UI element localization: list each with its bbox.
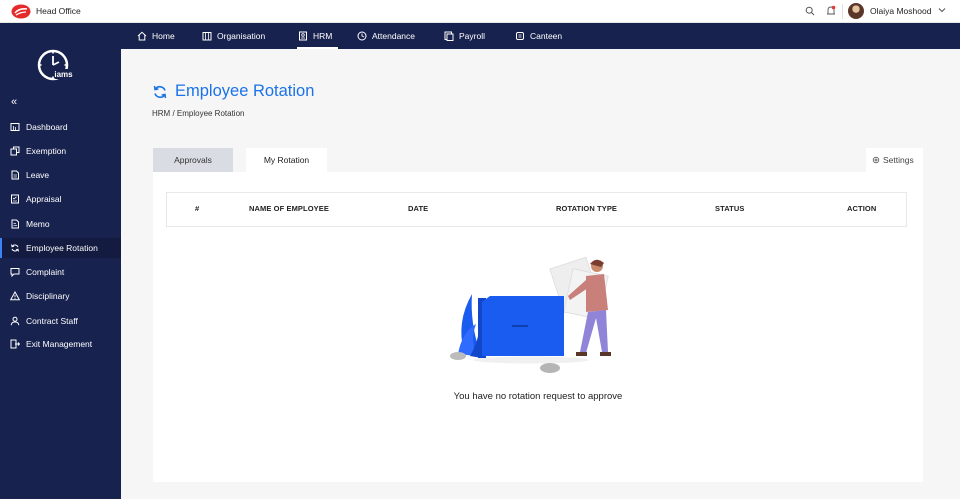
gear-icon: [872, 156, 880, 164]
tab-approvals[interactable]: Approvals: [153, 148, 233, 172]
table-header: # NAME OF EMPLOYEE DATE ROTATION TYPE ST…: [166, 192, 907, 227]
settings-label: Settings: [883, 155, 914, 165]
chevron-down-icon[interactable]: [938, 7, 946, 13]
canteen-icon: [516, 32, 524, 40]
sidebar-item-label: Exemption: [26, 146, 67, 156]
avatar[interactable]: [848, 3, 864, 19]
column-header: NAME OF EMPLOYEE: [249, 204, 329, 213]
column-header: ACTION: [847, 204, 877, 213]
nav-home[interactable]: Home: [137, 23, 175, 49]
nav-hrm[interactable]: HRM: [298, 23, 332, 49]
dashboard-icon: [10, 123, 20, 131]
sidebar-item-exit-management[interactable]: Exit Management: [0, 334, 121, 354]
sidebar-item-appraisal[interactable]: Appraisal: [0, 189, 121, 209]
nav-label: Organisation: [217, 31, 266, 41]
sidebar-item-employee-rotation[interactable]: Employee Rotation: [0, 238, 121, 258]
nav-payroll[interactable]: Payroll: [444, 23, 485, 49]
empty-state-message: You have no rotation request to approve: [453, 391, 623, 402]
empty-state-illustration: [450, 256, 611, 373]
main-nav: Home Organisation HRM Attendance Payroll…: [121, 23, 960, 49]
search-icon[interactable]: [805, 6, 815, 16]
sidebar-item-dashboard[interactable]: Dashboard: [0, 117, 121, 137]
sidebar-item-label: Appraisal: [26, 194, 62, 204]
nav-organisation[interactable]: Organisation: [202, 23, 265, 49]
divider: [842, 4, 843, 19]
logo-text: iams: [54, 70, 73, 79]
nav-attendance[interactable]: Attendance: [357, 23, 415, 49]
rotation-icon: [11, 244, 19, 252]
collapse-icon[interactable]: «: [11, 96, 17, 108]
sidebar-item-label: Leave: [26, 170, 50, 180]
chat-icon: [10, 268, 20, 277]
user-icon: [10, 316, 20, 326]
settings-button[interactable]: Settings: [866, 148, 923, 172]
nav-label: Canteen: [530, 31, 563, 41]
payroll-icon: [444, 31, 454, 41]
exit-icon: [10, 339, 20, 349]
checklist-icon: [11, 194, 19, 204]
nav-label: HRM: [313, 31, 333, 41]
top-bar: Head Office Olaiya Moshood: [0, 0, 960, 23]
column-header: DATE: [408, 204, 429, 213]
warning-icon: [10, 291, 20, 301]
nav-label: Attendance: [372, 31, 416, 41]
sidebar-item-label: Memo: [26, 219, 50, 229]
breadcrumb[interactable]: HRM / Employee Rotation: [152, 109, 244, 118]
tab-my-rotation[interactable]: My Rotation: [246, 148, 327, 172]
app-logo[interactable]: iams: [36, 47, 74, 85]
sidebar-item-label: Exit Management: [26, 339, 93, 349]
clock-icon: [357, 31, 367, 41]
memo-icon: [11, 219, 19, 229]
nav-label: Home: [152, 31, 175, 41]
id-card-icon: [299, 31, 307, 41]
sidebar-item-label: Dashboard: [26, 122, 68, 132]
column-header: ROTATION TYPE: [556, 204, 618, 213]
sidebar-item-disciplinary[interactable]: Disciplinary: [0, 286, 121, 306]
nav-canteen[interactable]: Canteen: [515, 23, 562, 49]
sidebar-item-leave[interactable]: Leave: [0, 165, 121, 185]
user-name[interactable]: Olaiya Moshood: [870, 6, 931, 16]
sidebar-item-label: Complaint: [26, 267, 65, 277]
column-header: #: [195, 204, 200, 213]
rotation-icon: [153, 85, 167, 99]
sidebar-item-label: Employee Rotation: [26, 243, 98, 253]
copy-icon: [10, 146, 20, 156]
sidebar-item-contract-staff[interactable]: Contract Staff: [0, 311, 121, 331]
home-icon: [137, 31, 147, 41]
sidebar-item-label: Contract Staff: [26, 316, 78, 326]
bell-icon[interactable]: [826, 5, 836, 17]
sidebar-item-complaint[interactable]: Complaint: [0, 262, 121, 282]
office-name[interactable]: Head Office: [36, 6, 81, 16]
nav-label: Payroll: [459, 31, 485, 41]
sidebar-item-label: Disciplinary: [26, 291, 70, 301]
column-header: STATUS: [715, 204, 745, 213]
building-icon: [202, 32, 212, 41]
sidebar: iams « Dashboard Exemption Leave Apprais…: [0, 23, 121, 499]
logo-icon[interactable]: [11, 4, 31, 19]
sidebar-item-exemption[interactable]: Exemption: [0, 141, 121, 161]
sidebar-item-memo[interactable]: Memo: [0, 214, 121, 234]
nav-active-indicator: [297, 47, 338, 49]
page-title: Employee Rotation: [175, 82, 315, 100]
document-icon: [11, 170, 19, 180]
